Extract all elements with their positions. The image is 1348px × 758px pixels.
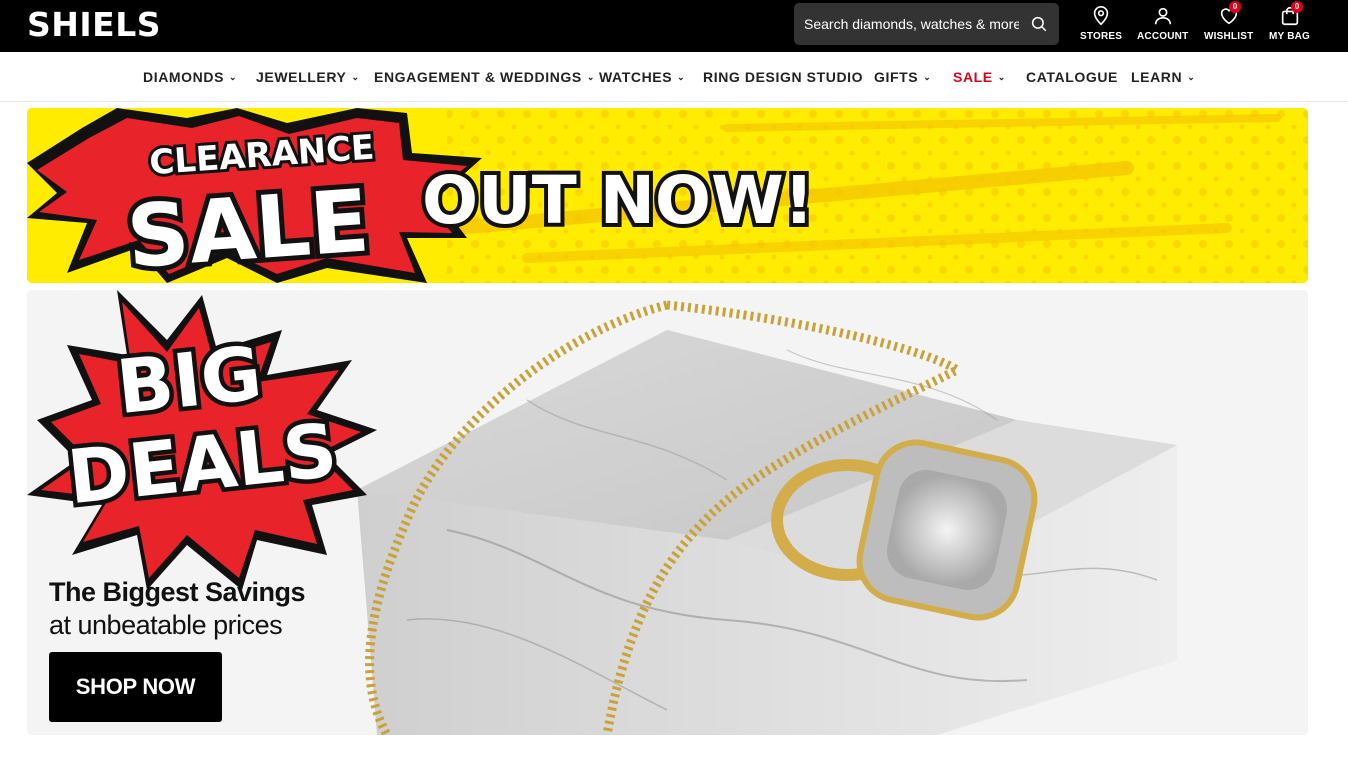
nav-catalogue[interactable]: CATALOGUE xyxy=(1026,69,1118,85)
stores-link[interactable]: STORES xyxy=(1080,3,1122,47)
search-box[interactable] xyxy=(794,3,1059,45)
chevron-down-icon: ⌄ xyxy=(923,72,932,82)
big-deals-hero[interactable]: BIG DEALS The Biggest Savings at unbeata… xyxy=(27,290,1308,735)
nav-gifts[interactable]: GIFTS ⌄ xyxy=(874,69,931,85)
nav-engagement-label: ENGAGEMENT & WEDDINGS xyxy=(374,69,582,85)
search-icon[interactable] xyxy=(1030,15,1048,33)
nav-watches[interactable]: WATCHES ⌄ xyxy=(599,69,685,85)
user-icon xyxy=(1154,7,1171,25)
nav-diamonds-label: DIAMONDS xyxy=(143,69,225,85)
nav-jewellery-label: JEWELLERY xyxy=(256,69,347,85)
wishlist-label: WISHLIST xyxy=(1204,31,1254,42)
chevron-down-icon: ⌄ xyxy=(351,72,360,82)
main-navigation: DIAMONDS ⌄ JEWELLERY ⌄ ENGAGEMENT & WEDDIN… xyxy=(0,52,1348,102)
bag-count-badge: 0 xyxy=(1291,1,1303,13)
chevron-down-icon: ⌄ xyxy=(586,72,595,82)
map-pin-icon xyxy=(1093,6,1109,26)
nav-learn[interactable]: LEARN ⌄ xyxy=(1131,69,1195,85)
stores-label: STORES xyxy=(1080,31,1123,42)
chevron-down-icon: ⌄ xyxy=(229,72,238,82)
nav-diamonds[interactable]: DIAMONDS ⌄ xyxy=(143,69,237,85)
top-header: SHIELS STORES ACCOUNT 0 WISHLIST 0 MY BA… xyxy=(0,0,1348,52)
nav-learn-label: LEARN xyxy=(1131,69,1183,85)
clearance-sale-banner[interactable]: CLEARANCE SALE OUT NOW! xyxy=(27,108,1308,283)
bag-label: MY BAG xyxy=(1269,31,1311,42)
chevron-down-icon: ⌄ xyxy=(997,72,1006,82)
hero-tagline: The Biggest Savings at unbeatable prices xyxy=(49,577,306,641)
site-logo[interactable]: SHIELS xyxy=(27,5,161,44)
tagline-subline: at unbeatable prices xyxy=(49,610,283,640)
account-link[interactable]: ACCOUNT xyxy=(1137,3,1188,47)
nav-sale-label: SALE xyxy=(953,69,993,85)
tagline-headline: The Biggest Savings xyxy=(49,577,306,607)
out-now-text: OUT NOW! xyxy=(422,162,814,239)
wishlist-count-badge: 0 xyxy=(1229,1,1241,13)
nav-gifts-label: GIFTS xyxy=(874,69,919,85)
sale-text: SALE xyxy=(124,171,372,283)
nav-jewellery[interactable]: JEWELLERY ⌄ xyxy=(256,69,360,85)
account-label: ACCOUNT xyxy=(1137,31,1189,42)
wishlist-link[interactable]: 0 WISHLIST xyxy=(1204,1,1254,47)
search-input[interactable] xyxy=(794,3,1019,45)
chevron-down-icon: ⌄ xyxy=(1187,72,1196,82)
nav-ring-design-studio[interactable]: RING DESIGN STUDIO xyxy=(703,69,863,85)
clearance-banner-art: CLEARANCE SALE OUT NOW! xyxy=(27,108,1308,283)
nav-watches-label: WATCHES xyxy=(599,69,673,85)
chevron-down-icon: ⌄ xyxy=(677,72,686,82)
bag-link[interactable]: 0 MY BAG xyxy=(1269,1,1311,47)
nav-sale[interactable]: SALE ⌄ xyxy=(953,69,1006,85)
nav-catalogue-label: CATALOGUE xyxy=(1026,69,1118,85)
nav-ring-design-label: RING DESIGN STUDIO xyxy=(703,69,864,85)
shop-now-button[interactable]: SHOP NOW xyxy=(49,652,222,722)
nav-engagement-weddings[interactable]: ENGAGEMENT & WEDDINGS ⌄ xyxy=(374,69,595,85)
